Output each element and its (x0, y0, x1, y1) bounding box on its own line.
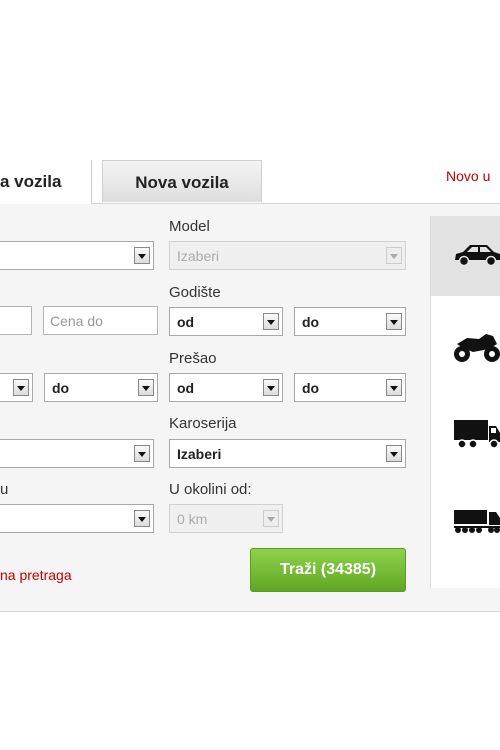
tab-new-vehicles[interactable]: Nova vozila (102, 160, 262, 202)
location-label: u (0, 481, 9, 498)
year-to-value: do (302, 314, 320, 330)
mileage-from-value: od (177, 380, 195, 396)
advanced-search-link[interactable]: na pretraga (0, 567, 72, 583)
vehicle-type-truck[interactable] (431, 392, 500, 472)
vehicle-type-motorcycle[interactable] (431, 306, 500, 386)
vehicle-type-trailer-truck[interactable] (431, 478, 500, 558)
vehicle-type-car[interactable] (431, 216, 500, 296)
car-icon (455, 245, 500, 267)
chevron-down-icon (263, 510, 279, 527)
new-link[interactable]: Novo u (446, 168, 490, 184)
model-select[interactable]: Izaberi (169, 241, 406, 270)
model-select-value: Izaberi (177, 248, 220, 264)
model-label: Model (169, 218, 210, 235)
row3-from-select[interactable] (0, 373, 33, 402)
mileage-from-select[interactable]: od (169, 373, 283, 402)
radius-select[interactable]: 0 km (169, 504, 283, 533)
chevron-down-icon (138, 379, 154, 396)
price-from-field[interactable] (0, 306, 32, 335)
mileage-to-value: do (302, 380, 320, 396)
truck-icon (454, 420, 500, 449)
make-select[interactable] (0, 241, 154, 270)
year-from-value: od (177, 314, 195, 330)
mileage-label: Prešao (169, 350, 217, 367)
chevron-down-icon (134, 445, 150, 462)
mileage-to-select[interactable]: do (294, 373, 406, 402)
tab-used-vehicles[interactable]: a vozila (0, 160, 92, 204)
body-type-value: Izaberi (177, 446, 222, 462)
radius-label: U okolini od: (169, 481, 252, 498)
tab-used-vehicles-label: a vozila (0, 172, 62, 191)
trailer-truck-icon (454, 510, 500, 533)
motorcycle-icon (454, 334, 500, 362)
year-label: Godište (169, 284, 221, 301)
chevron-down-icon (386, 445, 402, 462)
search-button[interactable]: Traži (34385) (250, 548, 406, 592)
body-type-select[interactable]: Izaberi (169, 439, 406, 468)
tab-new-vehicles-label: Nova vozila (135, 173, 229, 192)
chevron-down-icon (134, 247, 150, 264)
row3-to-value: do (52, 380, 70, 396)
chevron-down-icon (386, 247, 402, 264)
row4-left-select[interactable] (0, 439, 154, 468)
chevron-down-icon (263, 313, 279, 330)
price-to-placeholder: Cena do (50, 313, 103, 329)
vehicle-type-selector (430, 216, 500, 588)
chevron-down-icon (386, 313, 402, 330)
chevron-down-icon (134, 510, 150, 527)
row3-to-select[interactable]: do (44, 373, 158, 402)
chevron-down-icon (13, 379, 29, 396)
radius-value: 0 km (177, 511, 208, 527)
year-from-select[interactable]: od (169, 307, 283, 336)
body-type-label: Karoserija (169, 415, 237, 432)
chevron-down-icon (263, 379, 279, 396)
chevron-down-icon (386, 379, 402, 396)
price-to-field[interactable]: Cena do (43, 306, 158, 335)
location-select[interactable] (0, 504, 154, 533)
year-to-select[interactable]: do (294, 307, 406, 336)
